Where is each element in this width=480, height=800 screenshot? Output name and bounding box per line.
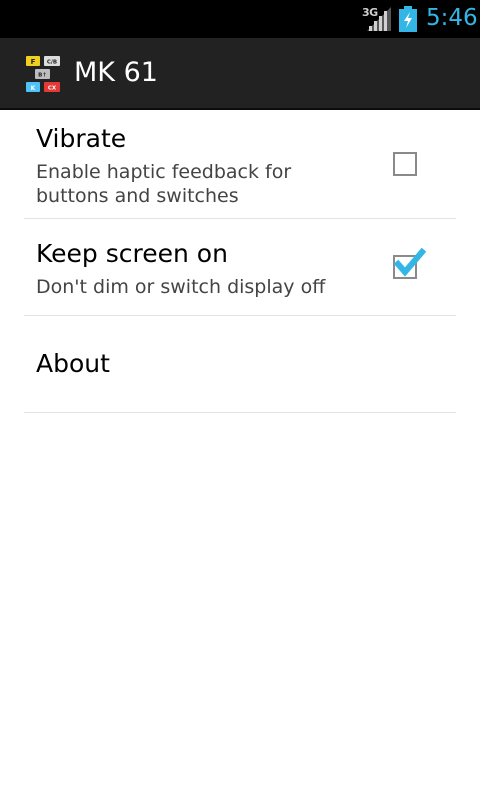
- pref-title: Keep screen on: [36, 239, 228, 268]
- pref-vibrate[interactable]: Vibrate Enable haptic feedback for butto…: [24, 110, 456, 219]
- status-time: 5:46: [426, 5, 478, 31]
- pref-title: About: [36, 349, 110, 378]
- pref-summary: Enable haptic feedback for buttons and s…: [36, 161, 292, 207]
- svg-text:B↑: B↑: [38, 72, 47, 79]
- pref-summary: Don't dim or switch display off: [36, 276, 326, 298]
- pref-title: Vibrate: [36, 124, 127, 153]
- svg-text:C/B: C/B: [47, 60, 57, 66]
- app-title: MK 61: [74, 57, 158, 88]
- vibrate-checkbox[interactable]: [393, 152, 417, 176]
- svg-text:CX: CX: [48, 86, 57, 92]
- keep-screen-on-checkbox[interactable]: [393, 247, 427, 279]
- pref-keep-screen-on[interactable]: Keep screen on Don't dim or switch displ…: [24, 219, 456, 316]
- signal-icon: [367, 7, 391, 31]
- checkmark-icon: [393, 247, 427, 277]
- calculator-app-icon[interactable]: F C/B B↑ K CX: [24, 55, 62, 93]
- svg-text:F: F: [31, 58, 36, 66]
- action-bar: F C/B B↑ K CX MK 61: [0, 38, 480, 110]
- pref-about[interactable]: About: [24, 316, 456, 413]
- battery-charging-icon: [399, 6, 417, 32]
- status-bar: 3G 5:46: [0, 0, 480, 38]
- svg-text:K: K: [31, 85, 36, 92]
